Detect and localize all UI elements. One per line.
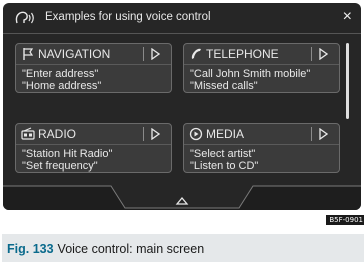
image-code: B5F-0901: [326, 215, 364, 225]
tile-label: NAVIGATION: [38, 47, 111, 61]
media-play-icon: [189, 127, 203, 141]
tile-media[interactable]: MEDIA "Select artist" "Listen to CD": [183, 123, 340, 173]
tile-header: MEDIA: [184, 124, 339, 145]
example-line: "Select artist": [190, 148, 256, 160]
tile-navigation[interactable]: NAVIGATION "Enter address" "Home address…: [15, 43, 172, 93]
tile-label: MEDIA: [206, 127, 245, 141]
voice-control-screen: Examples for using voice control × NAVIG…: [3, 3, 361, 210]
caption-text: Fig. 133 Voice control: main screen: [7, 242, 204, 256]
example-line: "Home address": [22, 80, 102, 92]
tile-radio[interactable]: RADIO "Station Hit Radio" "Set frequency…: [15, 123, 172, 173]
example-line: "Station Hit Radio": [22, 148, 113, 160]
scrollbar[interactable]: [346, 43, 349, 119]
example-line: "Set frequency": [22, 160, 98, 172]
example-line: "Enter address": [22, 68, 99, 80]
example-line: "Call John Smith mobile": [190, 68, 311, 80]
play-arrow-icon[interactable]: [318, 48, 328, 60]
play-arrow-icon[interactable]: [150, 48, 160, 60]
tile-examples: "Enter address" "Home address": [22, 68, 101, 92]
screen-title: Examples for using voice control: [45, 11, 211, 23]
tile-label: TELEPHONE: [206, 47, 279, 61]
tile-separator: [143, 47, 144, 61]
tile-examples: "Station Hit Radio" "Set frequency": [22, 148, 112, 172]
chevron-up-icon[interactable]: [175, 196, 189, 206]
tile-header: TELEPHONE: [184, 44, 339, 65]
tile-telephone[interactable]: TELEPHONE "Call John Smith mobile" "Miss…: [183, 43, 340, 93]
voice-control-icon: [15, 11, 34, 24]
tile-examples: "Call John Smith mobile" "Missed calls": [190, 68, 310, 92]
header-divider: [3, 33, 361, 34]
play-arrow-icon[interactable]: [318, 128, 328, 140]
screen-header: Examples for using voice control ×: [3, 3, 361, 33]
radio-icon: [21, 127, 35, 140]
example-line: "Listen to CD": [190, 160, 259, 172]
tile-examples: "Select artist" "Listen to CD": [190, 148, 258, 172]
tile-header: RADIO: [16, 124, 171, 145]
tile-label: RADIO: [38, 127, 77, 141]
tile-separator: [143, 127, 144, 141]
caption-description: Voice control: main screen: [57, 242, 205, 256]
tile-separator: [311, 127, 312, 141]
tile-separator: [311, 47, 312, 61]
close-button[interactable]: ×: [343, 7, 352, 27]
play-arrow-icon[interactable]: [150, 128, 160, 140]
tile-header: NAVIGATION: [16, 44, 171, 65]
flag-icon: [23, 48, 34, 60]
example-line: "Missed calls": [190, 80, 258, 92]
figure-number: Fig. 133: [7, 242, 54, 256]
phone-icon: [191, 48, 201, 59]
figure-caption: Fig. 133 Voice control: main screen: [2, 234, 364, 262]
